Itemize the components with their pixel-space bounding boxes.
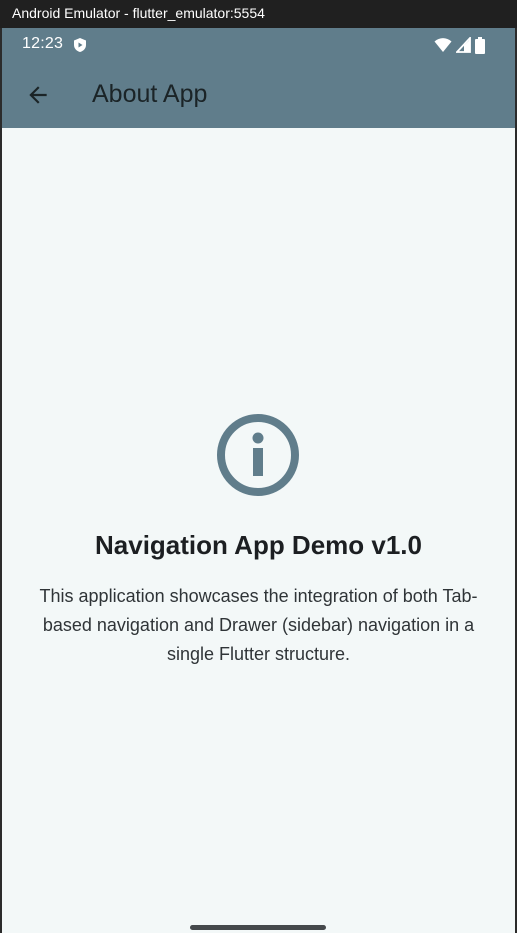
status-bar: 12:23 xyxy=(2,28,515,62)
back-button[interactable] xyxy=(14,71,62,119)
phone-screen: 12:23 About App Navigation App Demo v1.0… xyxy=(2,28,515,933)
arrow-left-icon xyxy=(29,86,47,104)
about-description: This application showcases the integrati… xyxy=(39,586,478,664)
status-time: 12:23 xyxy=(22,35,64,52)
info-icon xyxy=(217,414,299,496)
app-bar: About App xyxy=(2,62,515,128)
shield-icon xyxy=(74,38,86,52)
signal-icon xyxy=(456,37,471,53)
wifi-icon xyxy=(434,38,452,52)
about-heading: Navigation App Demo v1.0 xyxy=(95,530,422,560)
page-title: About App xyxy=(92,80,208,108)
window-title-bar: Android Emulator - flutter_emulator:5554 xyxy=(0,0,517,28)
home-indicator[interactable] xyxy=(190,925,326,930)
window-title: Android Emulator - flutter_emulator:5554 xyxy=(12,5,265,21)
about-content: Navigation App Demo v1.0 This applicatio… xyxy=(2,128,515,933)
status-icons xyxy=(434,36,485,54)
battery-icon xyxy=(475,36,485,54)
